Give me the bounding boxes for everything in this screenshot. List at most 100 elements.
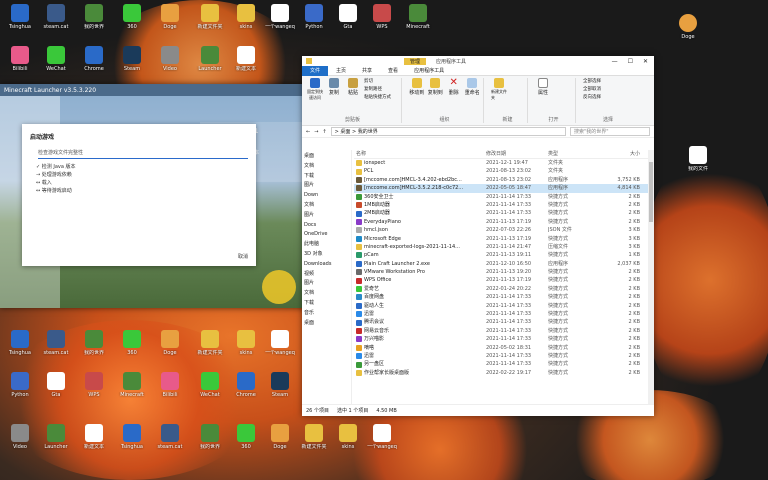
ribbon-tab[interactable]: 共享 [354,67,380,74]
desktop-icon[interactable]: Video [152,46,188,72]
file-row[interactable]: 万兴喵影 2021-11-14 17:33 快捷方式 2 KB [354,335,648,343]
minimize-icon[interactable]: — [612,58,618,65]
up-icon[interactable]: ↑ [322,129,326,135]
column-size[interactable]: 大小 [602,150,642,158]
desktop-icon[interactable]: 360 [114,4,150,30]
desktop-icon[interactable]: Doge [262,424,298,450]
desktop-icon[interactable]: Video [2,424,38,450]
column-type[interactable]: 类型 [548,150,602,158]
ribbon-tab[interactable]: 主页 [328,67,354,74]
desktop-icon[interactable]: skins [228,330,264,356]
manage-tab[interactable]: 管理 [404,57,427,65]
nav-item[interactable]: 图片 [304,181,349,191]
file-row[interactable]: [mccome.com]HMCL-3.4.202-ebd2bc... 2021-0… [354,176,648,184]
desktop-icon[interactable]: Python [2,372,38,398]
nav-item[interactable]: 文档 [304,289,349,299]
desktop-icon[interactable]: Tsinghua [2,330,38,356]
cancel-button[interactable]: 取消 [238,253,248,260]
desktop-icon[interactable]: steam.cat [152,424,188,450]
desktop-icon[interactable]: skins [330,424,366,450]
desktop-icon[interactable]: Launcher [192,46,228,72]
desktop-icon[interactable]: WPS [76,372,112,398]
desktop-icon[interactable]: Python [296,4,332,30]
file-row[interactable]: Plain Craft Launcher 2.exe 2021-12-10 16:… [354,260,648,268]
file-row[interactable]: WPS Office 2021-11-13 17:19 快捷方式 2 KB [354,276,648,284]
nav-item[interactable]: Down [304,191,349,201]
nav-item[interactable]: 视频 [304,270,349,280]
file-row[interactable]: 腾讯会议 2021-11-14 17:33 快捷方式 2 KB [354,318,648,326]
desktop-icon[interactable]: Launcher [38,424,74,450]
desktop-icon[interactable]: 我的世界 [192,424,228,450]
copy-path-button[interactable]: 复制路径 [364,86,391,92]
desktop-icon[interactable]: 新建文件夹 [296,424,332,450]
nav-item[interactable]: OneDrive [304,230,349,240]
file-row[interactable]: Microsoft Edge 2021-11-13 17:19 快捷方式 3 KB [354,235,648,243]
scrollbar-thumb[interactable] [649,162,653,222]
file-row[interactable]: [mccome.com]HMCL-3.5.2.218-c0c72... 2022-… [354,184,648,193]
column-date[interactable]: 修改日期 [486,150,548,158]
nav-item[interactable]: 此电脑 [304,240,349,250]
close-icon[interactable]: ✕ [643,58,648,65]
explorer-titlebar[interactable]: 管理 应用程序工具 — ☐ ✕ [302,56,654,66]
file-row[interactable]: VMware Workstation Pro 2021-11-13 19:20 快捷… [354,268,648,276]
desktop-icon[interactable]: Minecraft [400,4,436,30]
desktop-icon[interactable]: Doge [152,4,188,30]
desktop-icon[interactable]: Chrome [228,372,264,398]
file-row[interactable]: 2MB启动器 2021-11-14 17:33 快捷方式 2 KB [354,209,648,217]
desktop-icon[interactable]: 新建文本 [76,424,112,450]
select-none-button[interactable]: 全部取消 [583,86,601,92]
forward-icon[interactable]: → [314,129,318,135]
ribbon-tab[interactable]: 文件 [302,65,329,76]
file-row[interactable]: 嘀嗒 2022-05-02 18:31 快捷方式 2 KB [354,344,648,352]
desktop-icon[interactable]: Bilibili [2,46,38,72]
desktop-icon-doge[interactable]: Doge [670,14,706,40]
file-row[interactable]: 360安全卫士 2021-11-14 17:33 快捷方式 2 KB [354,193,648,201]
file-row[interactable]: 百度网盘 2021-11-14 17:33 快捷方式 2 KB [354,293,648,301]
desktop-icon[interactable]: Bilibili [152,372,188,398]
launcher-titlebar[interactable]: Minecraft Launcher v3.5.3.220 — ✕ [0,84,326,96]
file-row[interactable]: 驱动人生 2021-11-14 17:33 快捷方式 2 KB [354,302,648,310]
nav-item[interactable]: 图片 [304,211,349,221]
desktop-icon[interactable]: Steam [114,46,150,72]
nav-item[interactable]: 图片 [304,279,349,289]
ribbon-tab[interactable]: 查看 [380,67,406,74]
desktop-icon[interactable]: Tsinghua [2,4,38,30]
nav-item[interactable]: 文档 [304,162,349,172]
file-row[interactable]: ionspect 2021-12-1 19:47 文件夹 [354,159,648,167]
nav-item[interactable]: 3D 对象 [304,250,349,260]
desktop-icon[interactable]: Minecraft [114,372,150,398]
nav-item[interactable]: Downloads [304,260,349,270]
desktop-icon[interactable]: 一个wangeq [262,4,298,30]
invert-selection-button[interactable]: 反向选择 [583,94,601,100]
nav-item[interactable]: 音乐 [304,309,349,319]
desktop-icon[interactable]: Gta [38,372,74,398]
file-row[interactable]: PCL 2021-08-13 23:02 文件夹 [354,167,648,175]
nav-item[interactable]: 桌面 [304,319,349,329]
file-row[interactable]: minecraft-exported-logs-2021-11-14... 202… [354,243,648,251]
file-row[interactable]: 网易云音乐 2021-11-14 17:33 快捷方式 2 KB [354,327,648,335]
ribbon-tab[interactable]: 应用程序工具 [406,67,452,74]
nav-item[interactable]: 下载 [304,299,349,309]
nav-item[interactable]: 文档 [304,201,349,211]
desktop-icon[interactable]: WeChat [192,372,228,398]
desktop-icon[interactable]: 新建文件夹 [192,4,228,30]
file-row[interactable]: 迅雷 2021-11-14 17:33 快捷方式 2 KB [354,352,648,360]
desktop-icon-file[interactable]: 我的文件 [680,146,716,172]
desktop-icon[interactable]: 360 [114,330,150,356]
cut-button[interactable]: 剪切 [364,78,391,84]
back-icon[interactable]: ← [306,129,310,135]
desktop-icon[interactable]: 360 [228,424,264,450]
nav-item[interactable]: 下载 [304,172,349,182]
file-row[interactable]: 另一盘区 2021-11-14 17:33 快捷方式 2 KB [354,360,648,368]
file-row[interactable]: pCam 2021-11-13 19:11 快捷方式 1 KB [354,251,648,259]
column-name[interactable]: 名称 [354,150,486,158]
desktop-icon[interactable]: Gta [330,4,366,30]
select-all-button[interactable]: 全部选择 [583,78,601,84]
file-row[interactable]: EverydayPiano 2021-11-13 17:19 快捷方式 2 KB [354,218,648,226]
desktop-icon[interactable]: Doge [152,330,188,356]
search-input[interactable]: 搜索"我的世界" [570,127,650,136]
desktop-icon[interactable]: WPS [364,4,400,30]
nav-item[interactable]: Docs [304,221,349,231]
file-row[interactable]: 爱奇艺 2022-01-24 20:22 快捷方式 2 KB [354,285,648,293]
maximize-icon[interactable]: ☐ [628,58,633,65]
